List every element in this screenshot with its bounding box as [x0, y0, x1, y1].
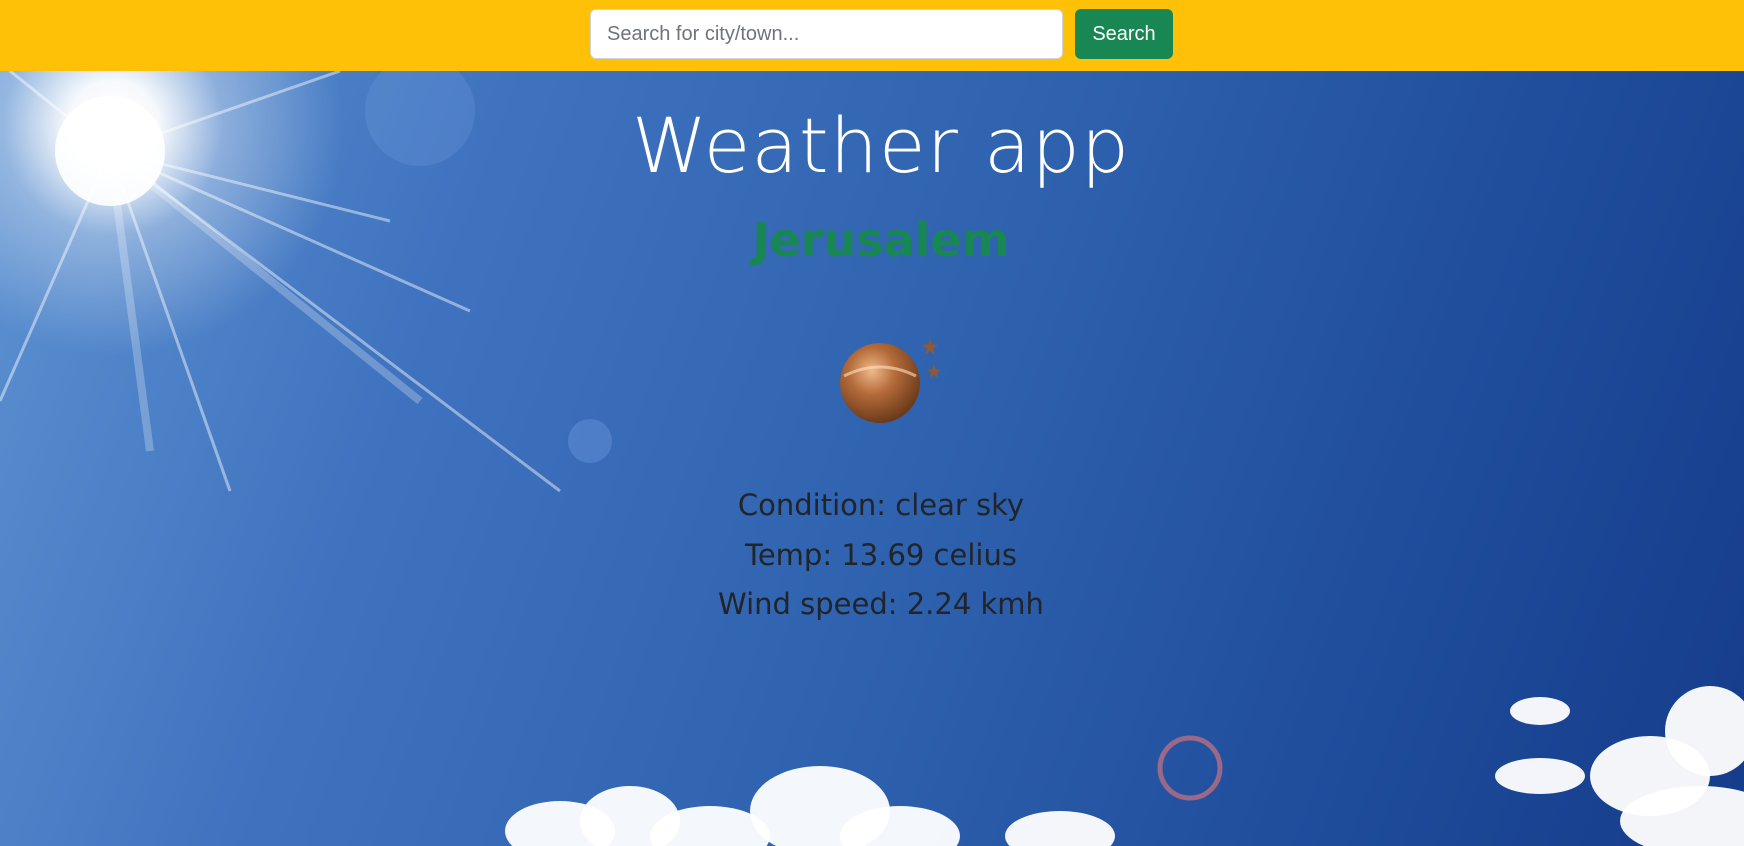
- condition-text: Condition: clear sky: [737, 488, 1025, 522]
- weather-content: Weather app Jerusalem Condition: clear s…: [0, 71, 1744, 846]
- clear-night-icon: [840, 338, 940, 423]
- wind-speed-text: Wind speed: 2.24 kmh: [718, 587, 1044, 621]
- weather-app-page: Search Weather app Jerusalem Condition: …: [0, 0, 1744, 846]
- city-name: Jerusalem: [752, 213, 1010, 267]
- search-button[interactable]: Search: [1075, 9, 1173, 59]
- page-title: Weather app: [631, 101, 1131, 190]
- search-input[interactable]: [590, 9, 1063, 59]
- temperature-text: Temp: 13.69 celius: [745, 538, 1017, 572]
- search-bar: Search: [0, 0, 1744, 71]
